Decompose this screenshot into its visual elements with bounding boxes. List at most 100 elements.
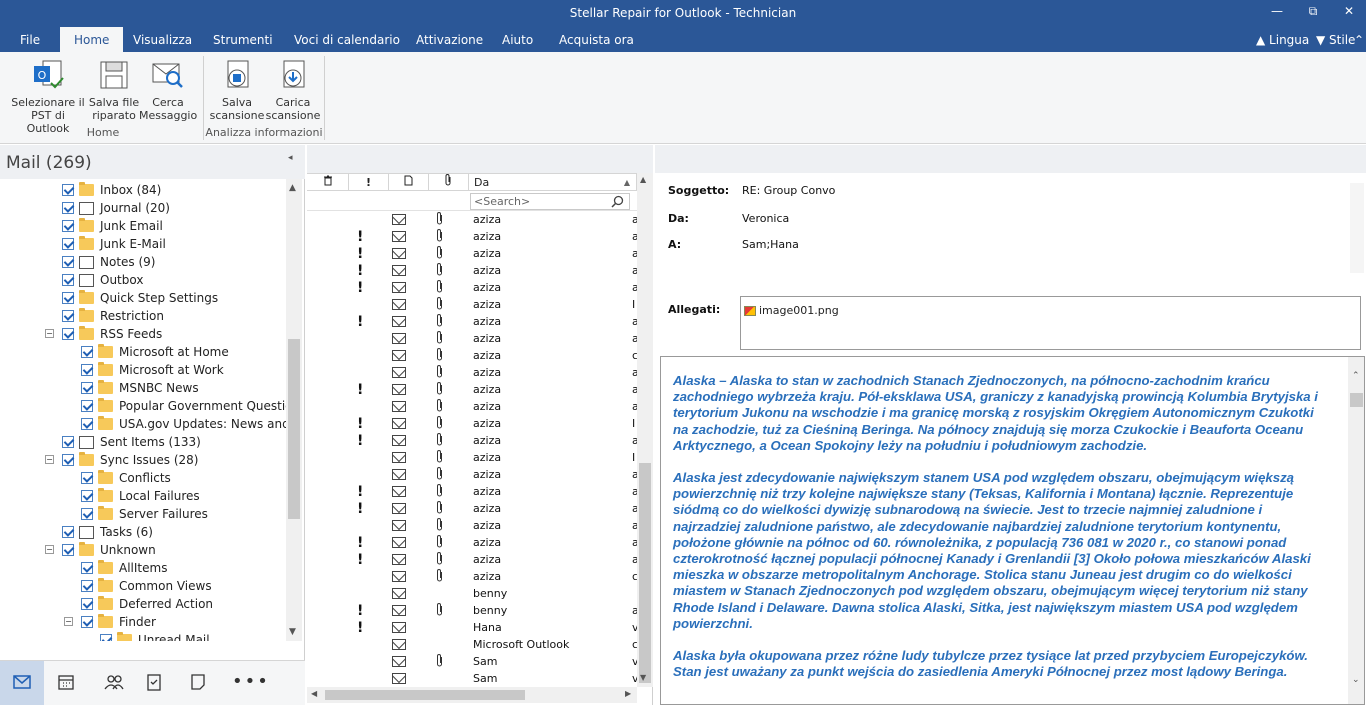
table-row[interactable]: ! aziza a [307, 551, 637, 568]
folder-checkbox[interactable] [81, 382, 93, 394]
folder-checkbox[interactable] [62, 202, 74, 214]
table-row[interactable]: Microsoft Outlook c [307, 636, 637, 653]
menu-voci-di-calendario[interactable]: Voci di calendario [294, 33, 400, 47]
table-row[interactable]: aziza c [307, 347, 637, 364]
table-row[interactable]: aziza a [307, 364, 637, 381]
folder-tree-scrollbar[interactable]: ▲ ▼ [286, 179, 302, 641]
folder-item[interactable]: Tasks (6) [62, 523, 153, 541]
table-row[interactable]: ! aziza a [307, 432, 637, 449]
expander-toggle[interactable]: − [45, 329, 54, 338]
table-row[interactable]: aziza I [307, 449, 637, 466]
folder-item[interactable]: Unknown [62, 541, 156, 559]
table-row[interactable]: ! aziza a [307, 245, 637, 262]
folder-item[interactable]: Journal (20) [62, 199, 170, 217]
menu-acquista-ora[interactable]: Acquista ora [559, 33, 634, 47]
expander-toggle[interactable]: − [45, 455, 54, 464]
nav-notes-button[interactable] [176, 661, 220, 705]
folder-item[interactable]: USA.gov Updates: News and Features [81, 415, 286, 433]
scroll-down-icon[interactable]: ⌄ [1352, 675, 1360, 685]
folder-checkbox[interactable] [62, 220, 74, 232]
folder-checkbox[interactable] [81, 580, 93, 592]
search-message-button[interactable]: Cerca Messaggio [139, 58, 197, 122]
folder-item[interactable]: Common Views [81, 577, 212, 595]
table-row[interactable]: ! aziza a [307, 483, 637, 500]
folder-checkbox[interactable] [62, 436, 74, 448]
folder-checkbox[interactable] [81, 364, 93, 376]
list-vertical-scrollbar[interactable]: ▲ ▼ [637, 173, 653, 687]
folder-item[interactable]: Sync Issues (28) [62, 451, 198, 469]
ribbon-collapse-button[interactable]: ⌃ [1354, 33, 1364, 47]
table-row[interactable]: aziza a [307, 517, 637, 534]
folder-item[interactable]: Popular Government Questions [81, 397, 286, 415]
menu-visualizza[interactable]: Visualizza [133, 33, 192, 47]
table-row[interactable]: ! aziza a [307, 534, 637, 551]
table-row[interactable]: ! aziza a [307, 262, 637, 279]
table-row[interactable]: aziza a [307, 211, 637, 228]
scroll-up-icon[interactable]: ⌃ [1352, 371, 1360, 381]
scroll-thumb[interactable] [639, 463, 651, 683]
scroll-left-icon[interactable]: ◀ [311, 689, 317, 698]
nav-calendar-button[interactable] [44, 661, 88, 705]
delete-column-icon[interactable] [307, 174, 349, 191]
folder-item[interactable]: AllItems [81, 559, 167, 577]
expander-toggle[interactable]: − [45, 545, 54, 554]
table-row[interactable]: ! aziza a [307, 500, 637, 517]
folder-checkbox[interactable] [62, 544, 74, 556]
folder-item[interactable]: Notes (9) [62, 253, 155, 271]
nav-mail-button[interactable] [0, 661, 44, 705]
table-row[interactable]: ! benny a [307, 602, 637, 619]
table-row[interactable]: ! aziza I [307, 415, 637, 432]
folder-checkbox[interactable] [81, 400, 93, 412]
more-options-icon[interactable]: ••• [232, 671, 270, 692]
attachment-column-icon[interactable] [429, 174, 469, 191]
importance-column-icon[interactable]: ! [349, 174, 389, 191]
folder-checkbox[interactable] [100, 634, 112, 641]
folder-item[interactable]: Junk E-Mail [62, 235, 166, 253]
body-scrollbar[interactable]: ⌃ ⌄ [1348, 357, 1364, 704]
stile-dropdown[interactable]: ▼ Stile [1316, 33, 1355, 47]
folder-checkbox[interactable] [62, 328, 74, 340]
attachment-item[interactable]: image001.png [744, 304, 839, 317]
folder-checkbox[interactable] [62, 454, 74, 466]
table-row[interactable]: aziza a [307, 466, 637, 483]
menu-strumenti[interactable]: Strumenti [213, 33, 273, 47]
table-row[interactable]: aziza c [307, 568, 637, 585]
folder-checkbox[interactable] [62, 526, 74, 538]
table-row[interactable]: ! Hana v [307, 619, 637, 636]
table-row[interactable]: aziza I [307, 296, 637, 313]
scroll-up-icon[interactable]: ▲ [289, 183, 296, 193]
folder-checkbox[interactable] [81, 616, 93, 628]
folder-checkbox[interactable] [62, 274, 74, 286]
folder-item[interactable]: Microsoft at Home [81, 343, 229, 361]
folder-item[interactable]: RSS Feeds [62, 325, 162, 343]
folder-checkbox[interactable] [81, 490, 93, 502]
table-row[interactable]: Sam v [307, 670, 637, 687]
minimize-button[interactable]: — [1266, 4, 1288, 18]
table-row[interactable]: aziza a [307, 398, 637, 415]
scroll-thumb[interactable] [1350, 393, 1363, 407]
menu-aiuto[interactable]: Aiuto [502, 33, 533, 47]
folder-checkbox[interactable] [81, 472, 93, 484]
select-pst-button[interactable]: O Selezionare il PST di Outlook [8, 58, 88, 135]
folder-checkbox[interactable] [62, 256, 74, 268]
folder-item[interactable]: Unread Mail [100, 631, 210, 641]
scroll-right-icon[interactable]: ▶ [625, 689, 631, 698]
folder-checkbox[interactable] [81, 346, 93, 358]
type-column-icon[interactable] [389, 174, 429, 191]
scroll-thumb[interactable] [288, 339, 300, 519]
folder-item[interactable]: Junk Email [62, 217, 163, 235]
folder-checkbox[interactable] [62, 184, 74, 196]
table-row[interactable]: ! aziza a [307, 279, 637, 296]
folder-item[interactable]: Sent Items (133) [62, 433, 201, 451]
from-column-header[interactable]: Da ▲ [469, 174, 637, 191]
folder-checkbox[interactable] [62, 310, 74, 322]
folder-checkbox[interactable] [62, 238, 74, 250]
search-icon[interactable] [611, 195, 624, 208]
table-row[interactable]: ! aziza a [307, 228, 637, 245]
folder-checkbox[interactable] [62, 292, 74, 304]
search-input[interactable]: <Search> [470, 193, 630, 210]
folder-item[interactable]: MSNBC News [81, 379, 199, 397]
close-button[interactable]: ✕ [1338, 4, 1360, 18]
nav-contacts-button[interactable] [91, 661, 135, 705]
folder-item[interactable]: Quick Step Settings [62, 289, 218, 307]
